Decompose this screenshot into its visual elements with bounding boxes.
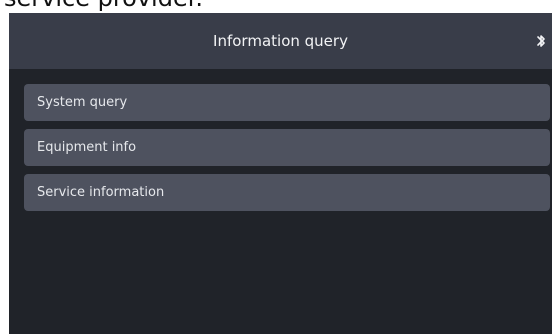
menu-item-service-information[interactable]: Service information	[24, 174, 550, 211]
header-bar: Information query	[9, 13, 552, 69]
device-screen: Information query System query Equipment…	[9, 13, 552, 334]
page-title: Information query	[213, 32, 348, 50]
caption-fragment: service provider.	[0, 0, 552, 12]
query-menu: System query Equipment info Service info…	[24, 84, 550, 219]
menu-item-system-query[interactable]: System query	[24, 84, 550, 121]
bluetooth-icon	[537, 35, 545, 47]
menu-item-equipment-info[interactable]: Equipment info	[24, 129, 550, 166]
